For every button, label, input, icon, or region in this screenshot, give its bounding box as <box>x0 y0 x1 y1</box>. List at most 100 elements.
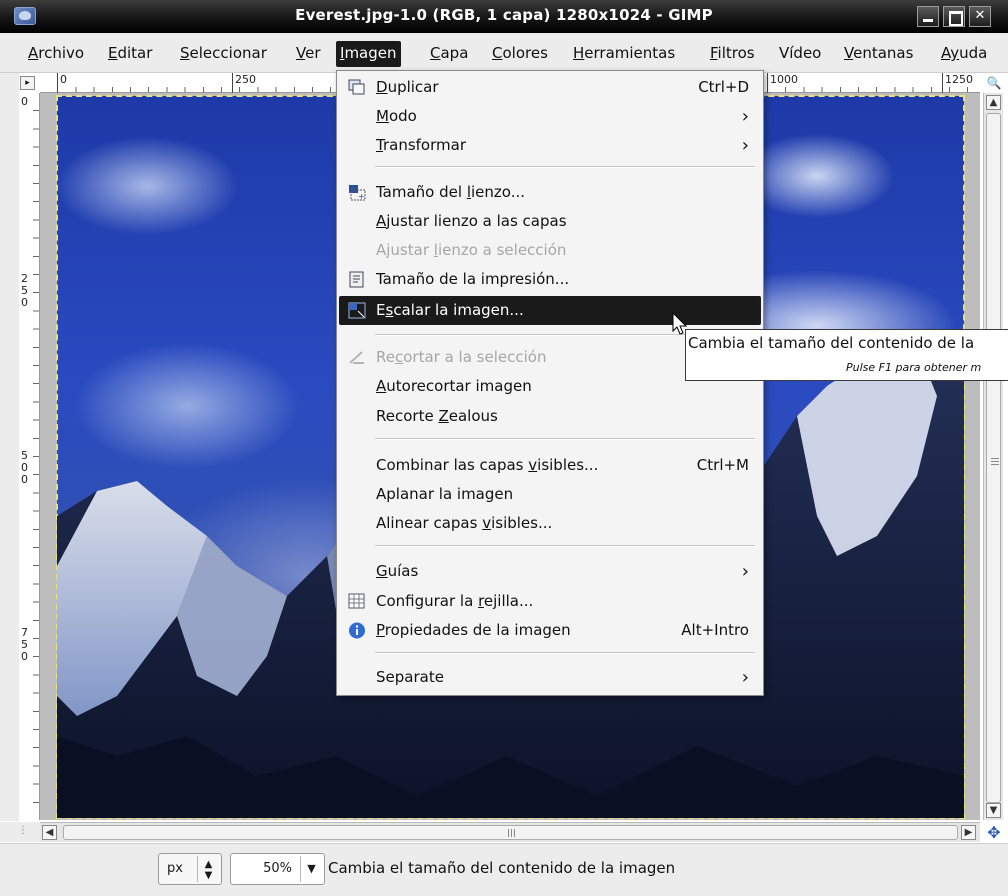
menu-item-label: Alinear capas visibles... <box>376 514 553 532</box>
updown-arrow-icon: ▲ ▼ <box>197 856 219 882</box>
menu-item-transformar[interactable]: Transformar › <box>339 131 761 160</box>
menu-mnemonic: A <box>28 44 39 62</box>
canvas-size-icon: + <box>349 185 366 201</box>
ruler-label: 250 <box>21 272 28 309</box>
title-bar: Everest.jpg-1.0 (RGB, 1 capa) 1280x1024 … <box>0 0 1008 33</box>
menu-item-ajustar-lienzo-seleccion: Ajustar lienzo a selección <box>339 236 761 265</box>
ruler-label: 0 <box>21 95 28 108</box>
menu-label: erramientas <box>584 44 676 62</box>
vertical-scrollbar[interactable]: ▲ ▼ <box>983 93 1003 820</box>
menu-item-escalar-imagen[interactable]: Escalar la imagen... <box>339 296 761 325</box>
menu-editar[interactable]: Editar <box>104 41 156 67</box>
close-button[interactable]: ✕ <box>969 6 991 27</box>
menu-item-recorte-zealous[interactable]: Recorte Zealous <box>339 402 761 431</box>
menu-item-combinar-capas[interactable]: Combinar las capas visibles... Ctrl+M <box>339 451 761 480</box>
menu-label: magen <box>344 44 397 62</box>
menu-item-propiedades-imagen[interactable]: Propiedades de la imagen Alt+Intro <box>339 616 761 645</box>
ruler-label: 750 <box>21 626 28 663</box>
scroll-down-arrow[interactable]: ▼ <box>986 803 1001 818</box>
horizontal-scrollbar[interactable]: ◀ ▶ <box>40 822 980 842</box>
menu-video[interactable]: Vídeo <box>775 41 825 67</box>
grid-icon <box>348 593 365 609</box>
menu-mnemonic: S <box>180 44 190 62</box>
menu-item-label: Recortar a la selección <box>376 348 547 366</box>
menu-bar: Archivo Editar Seleccionar Ver Imagen Ca… <box>0 33 1008 73</box>
unit-value: px <box>167 861 183 876</box>
menu-mnemonic: V <box>779 44 790 62</box>
quick-mask-toggle[interactable]: ⋮ <box>0 822 40 842</box>
status-message: Cambia el tamaño del contenido de la ima… <box>328 859 676 877</box>
scroll-up-arrow[interactable]: ▲ <box>986 95 1001 110</box>
menu-item-alinear-capas[interactable]: Alinear capas visibles... <box>339 509 761 538</box>
ruler-label: 500 <box>21 449 28 486</box>
scroll-grip <box>991 457 999 465</box>
scroll-right-arrow[interactable]: ▶ <box>961 825 976 840</box>
menu-item-label: Ajustar lienzo a las capas <box>376 212 567 230</box>
ruler-label: 250 <box>232 73 256 93</box>
scroll-thumb[interactable] <box>63 825 958 840</box>
menu-item-label: Aplanar la imagen <box>376 485 514 503</box>
menu-item-label: Recorte Zealous <box>376 407 498 425</box>
zoom-value: 50% <box>263 861 292 876</box>
zoom-selector[interactable]: 50% ▼ <box>230 853 325 885</box>
menu-mnemonic: F <box>710 44 718 62</box>
zoom-icon[interactable]: 🔍 <box>985 76 1003 91</box>
menu-mnemonic: C <box>430 44 441 62</box>
scroll-grip <box>508 829 516 837</box>
menu-ver[interactable]: Ver <box>292 41 325 67</box>
unit-selector[interactable]: px ▲ ▼ <box>158 853 222 885</box>
maximize-button[interactable] <box>943 6 965 27</box>
menu-item-duplicar[interactable]: Duplicar Ctrl+D <box>339 73 761 102</box>
menu-capa[interactable]: Capa <box>426 41 472 67</box>
menu-item-label: Configurar la rejilla... <box>376 592 534 610</box>
left-gutter <box>0 73 19 821</box>
menu-herramientas[interactable]: Herramientas <box>569 41 679 67</box>
shortcut-label: Alt+Intro <box>681 621 749 639</box>
menu-ventanas[interactable]: Ventanas <box>840 41 917 67</box>
menu-item-configurar-rejilla[interactable]: Configurar la rejilla... <box>339 587 761 616</box>
menu-item-modo[interactable]: Modo › <box>339 102 761 131</box>
menu-mnemonic: C <box>492 44 503 62</box>
shortcut-label: Ctrl+M <box>696 456 749 474</box>
window-title: Everest.jpg-1.0 (RGB, 1 capa) 1280x1024 … <box>295 6 713 24</box>
menu-label: olores <box>502 44 548 62</box>
menu-label: uda <box>959 44 988 62</box>
menu-item-aplanar-imagen[interactable]: Aplanar la imagen <box>339 480 761 509</box>
info-icon <box>349 622 365 639</box>
menu-colores[interactable]: Colores <box>488 41 552 67</box>
menu-seleccionar[interactable]: Seleccionar <box>176 41 271 67</box>
ruler-label: 0 <box>57 73 67 93</box>
menu-item-label: Transformar <box>376 136 466 154</box>
scroll-thumb[interactable] <box>986 113 1001 803</box>
menu-item-tamano-impresion[interactable]: Tamaño de la impresión... <box>339 265 761 294</box>
ruler-label: 1000 <box>767 73 798 93</box>
menu-label: er <box>305 44 321 62</box>
menu-item-ajustar-lienzo-capas[interactable]: Ajustar lienzo a las capas <box>339 207 761 236</box>
submenu-arrow-icon: › <box>741 135 749 156</box>
menu-separator <box>375 166 755 168</box>
menu-item-tamano-lienzo[interactable]: + Tamaño del lienzo... <box>339 178 761 207</box>
tooltip-text: Cambia el tamaño del contenido de la <box>688 334 975 352</box>
menu-item-label: Tamaño del lienzo... <box>376 183 525 201</box>
menu-mnemonic: Ay <box>941 44 960 62</box>
menu-ayuda[interactable]: Ayuda <box>937 41 991 67</box>
minimize-button[interactable] <box>917 6 939 27</box>
menu-label: ídeo <box>789 44 822 62</box>
menu-arrow-button[interactable]: ▸ <box>20 76 35 90</box>
scroll-left-arrow[interactable]: ◀ <box>42 825 57 840</box>
menu-label: eleccionar <box>189 44 267 62</box>
tooltip: Cambia el tamaño del contenido de la Pul… <box>685 329 1008 381</box>
menu-archivo[interactable]: Archivo <box>24 41 88 67</box>
vertical-ruler[interactable]: 0 250 500 750 <box>19 93 40 820</box>
shortcut-label: Ctrl+D <box>698 78 749 96</box>
menu-label: rchivo <box>38 44 85 62</box>
menu-imagen[interactable]: Imagen <box>336 41 401 67</box>
submenu-arrow-icon: › <box>741 106 749 127</box>
image-menu-dropdown: Duplicar Ctrl+D Modo › Transformar › + T… <box>336 70 764 696</box>
menu-item-guias[interactable]: Guías › <box>339 557 761 586</box>
menu-item-separate[interactable]: Separate › <box>339 663 761 692</box>
submenu-arrow-icon: › <box>741 561 749 582</box>
status-bar: px ▲ ▼ 50% ▼ Cambia el tamaño del conteni… <box>0 843 1008 896</box>
navigate-icon[interactable]: ✥ <box>985 824 1003 842</box>
menu-filtros[interactable]: Filtros <box>706 41 759 67</box>
